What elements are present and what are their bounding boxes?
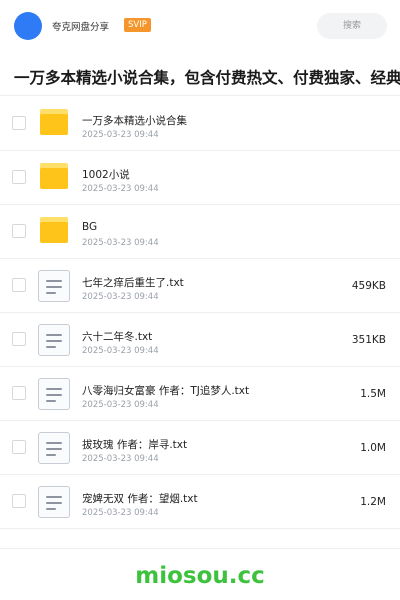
document-icon — [38, 377, 70, 411]
header: 夸克网盘分享 SVIP 搜索 — [0, 0, 400, 52]
file-date: 2025-03-23 09:44 — [82, 130, 159, 140]
list-item[interactable]: BG 2025-03-23 09:44 — [0, 205, 400, 259]
file-size: 1.5M — [360, 388, 386, 400]
select-checkbox[interactable] — [12, 440, 26, 454]
file-date: 2025-03-23 09:44 — [82, 292, 159, 302]
svip-badge: SVIP — [124, 18, 151, 32]
file-name[interactable]: 1002小说 — [82, 167, 130, 182]
document-icon — [38, 431, 70, 465]
folder-icon — [38, 161, 70, 195]
list-item[interactable]: 一万多本精选小说合集 2025-03-23 09:44 — [0, 97, 400, 151]
list-item[interactable]: 六十二年冬.txt 2025-03-23 09:44 351KB — [0, 313, 400, 367]
list-item[interactable]: 八零海归女富豪 作者：TJ追梦人.txt 2025-03-23 09:44 1.5M — [0, 367, 400, 421]
select-checkbox[interactable] — [12, 332, 26, 346]
page-title: 一万多本精选小说合集，包含付费热文、付费独家、经典等 — [14, 69, 400, 87]
file-size: 1.0M — [360, 442, 386, 454]
user-name: 夸克网盘分享 — [52, 22, 110, 33]
list-item[interactable]: 1002小说 2025-03-23 09:44 — [0, 151, 400, 205]
file-date: 2025-03-23 09:44 — [82, 508, 159, 518]
file-date: 2025-03-23 09:44 — [82, 400, 159, 410]
document-icon — [38, 323, 70, 357]
file-name[interactable]: BG — [82, 221, 97, 233]
folder-icon — [38, 215, 70, 249]
file-name[interactable]: 七年之痒后重生了.txt — [82, 275, 184, 290]
file-name[interactable]: 六十二年冬.txt — [82, 329, 152, 344]
file-name[interactable]: 八零海归女富豪 作者：TJ追梦人.txt — [82, 383, 249, 398]
footer: miosou.cc — [0, 548, 400, 600]
file-size: 459KB — [351, 280, 386, 292]
file-list: 一万多本精选小说合集 2025-03-23 09:44 1002小说 2025-03-… — [0, 97, 400, 529]
search-input[interactable]: 搜索 — [317, 13, 387, 39]
select-checkbox[interactable] — [12, 278, 26, 292]
document-icon — [38, 485, 70, 519]
file-size: 351KB — [351, 334, 386, 346]
file-date: 2025-03-23 09:44 — [82, 346, 159, 356]
select-checkbox[interactable] — [12, 386, 26, 400]
title-bar: 一万多本精选小说合集，包含付费热文、付费独家、经典等 — [0, 52, 400, 96]
file-date: 2025-03-23 09:44 — [82, 454, 159, 464]
watermark: miosou.cc — [135, 563, 265, 589]
file-name[interactable]: 宠婢无双 作者：望烟.txt — [82, 491, 198, 506]
avatar[interactable] — [14, 12, 42, 40]
list-item[interactable]: 七年之痒后重生了.txt 2025-03-23 09:44 459KB — [0, 259, 400, 313]
file-name[interactable]: 一万多本精选小说合集 — [82, 113, 187, 128]
select-checkbox[interactable] — [12, 170, 26, 184]
file-date: 2025-03-23 09:44 — [82, 184, 159, 194]
list-item[interactable]: 宠婢无双 作者：望烟.txt 2025-03-23 09:44 1.2M — [0, 475, 400, 529]
file-size: 1.2M — [360, 496, 386, 508]
file-name[interactable]: 拔玫瑰 作者：岸寻.txt — [82, 437, 187, 452]
select-checkbox[interactable] — [12, 224, 26, 238]
document-icon — [38, 269, 70, 303]
select-checkbox[interactable] — [12, 494, 26, 508]
list-item[interactable]: 拔玫瑰 作者：岸寻.txt 2025-03-23 09:44 1.0M — [0, 421, 400, 475]
select-checkbox[interactable] — [12, 116, 26, 130]
file-date: 2025-03-23 09:44 — [82, 238, 159, 248]
folder-icon — [38, 107, 70, 141]
